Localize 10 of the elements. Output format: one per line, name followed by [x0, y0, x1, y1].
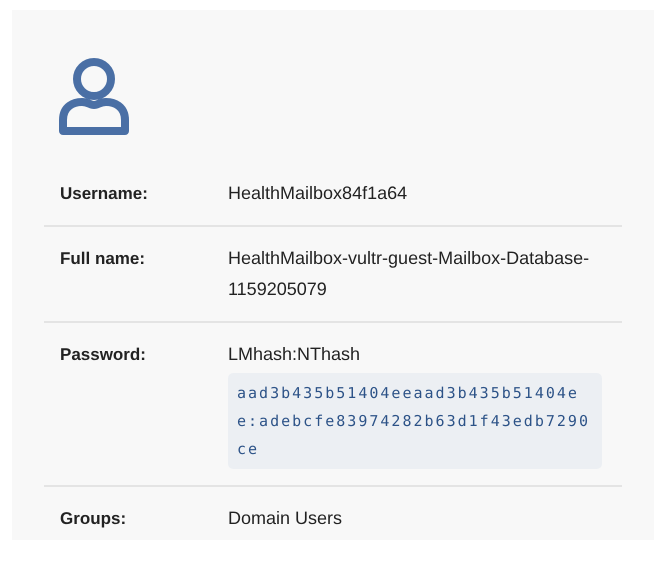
- field-value: LMhash:NThash: [228, 343, 360, 366]
- hash-code: aad3b435b51404eeaad3b435b51404ee:adebcfe83974282b63d1f43edb7290ce: [228, 373, 602, 469]
- field-value: HealthMailbox-vultr-guest-Mailbox-Database-1159205079: [228, 247, 590, 301]
- field-value: Domain Users: [228, 507, 342, 530]
- field-label: Groups:: [60, 508, 128, 530]
- field-label: Username:: [60, 183, 149, 205]
- field-label: Full name:: [60, 248, 146, 270]
- field-label: Password:: [60, 344, 147, 366]
- field-value: HealthMailbox84f1a64: [228, 182, 408, 205]
- user-icon: [58, 58, 130, 136]
